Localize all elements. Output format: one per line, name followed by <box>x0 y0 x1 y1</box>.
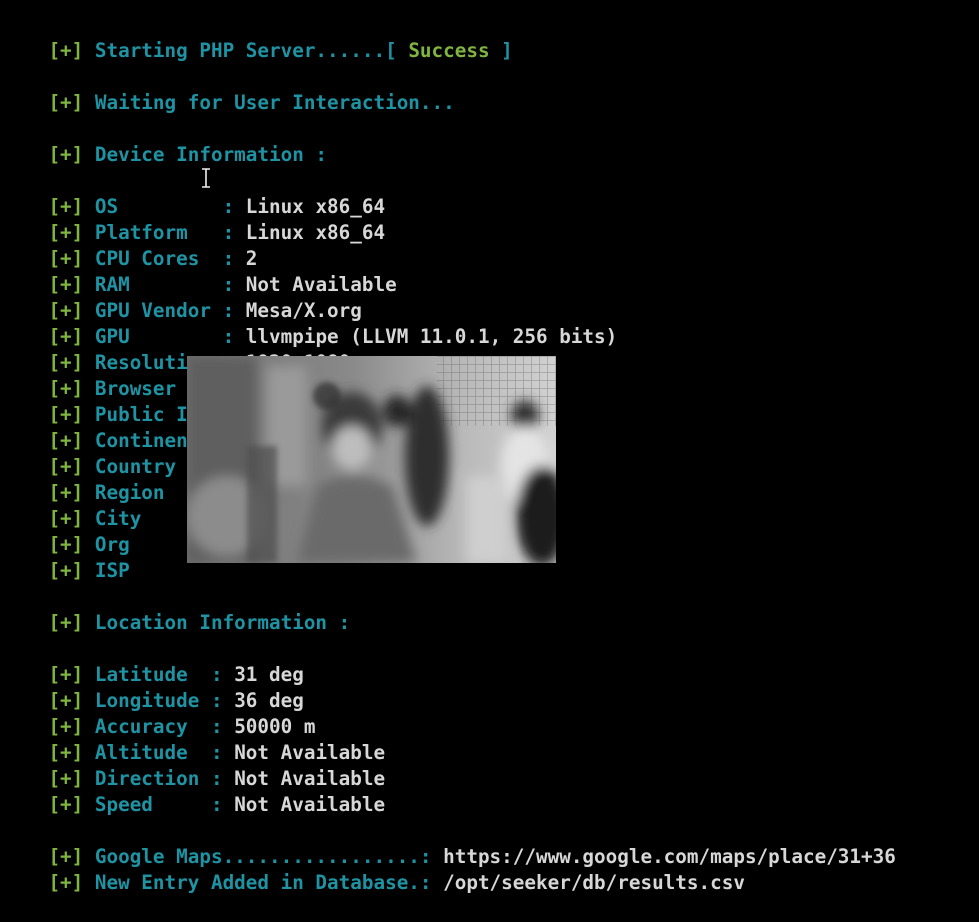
device-row-platform: [+] Platform : Linux x86_64 <box>2 194 385 244</box>
waiting-text: Waiting for User Interaction... <box>94 91 455 114</box>
line-tag: [+] <box>48 91 84 114</box>
row-value: Not Available <box>234 793 386 816</box>
google-maps-line: [+] Google Maps.................: https:… <box>2 818 895 868</box>
line-tag: [+] <box>48 871 84 894</box>
location-info-header: [+] Location Information : <box>2 584 350 634</box>
location-row-altitude: [+] Altitude : Not Available <box>2 714 385 764</box>
line-tag: [+] <box>48 143 84 166</box>
row-value: Linux x86_64 <box>245 221 386 244</box>
device-row-gpu-vendor: [+] GPU Vendor : Mesa/X.org <box>2 272 361 322</box>
line-tag: [+] <box>48 559 84 582</box>
device-row-os: [+] OS : Linux x86_64 <box>2 168 385 218</box>
terminal-window[interactable]: [+] Starting PHP Server......[ Success ]… <box>0 0 979 894</box>
location-row-accuracy: [+] Accuracy : 50000 m <box>2 688 315 738</box>
database-entry-line: [+] New Entry Added in Database.: /opt/s… <box>2 844 745 894</box>
row-separator: : <box>210 793 235 816</box>
location-row-latitude: [+] Latitude : 31 deg <box>2 636 303 686</box>
database-path: /opt/seeker/db/results.csv <box>443 871 745 894</box>
location-row-direction: [+] Direction : Not Available <box>2 740 385 790</box>
waiting-line: [+] Waiting for User Interaction... <box>2 64 454 114</box>
database-label: New Entry Added in Database.: <box>94 871 444 894</box>
device-header-text: Device Information : <box>94 143 328 166</box>
server-status-line: [+] Starting PHP Server......[ Success ] <box>2 12 512 62</box>
location-header-text: Location Information : <box>94 611 351 634</box>
device-row-resolution: [+] Resolution : 1920x1080 <box>2 324 350 374</box>
video-thumbnail-overlay <box>187 356 556 563</box>
status-success: Success <box>408 39 490 62</box>
location-row-longitude: [+] Longitude : 36 deg <box>2 662 303 712</box>
text-cursor-icon <box>202 168 210 188</box>
device-info-header: [+] Device Information : <box>2 116 327 166</box>
device-row-ram: [+] RAM : Not Available <box>2 246 396 296</box>
device-row-cpu-cores: [+] CPU Cores : 2 <box>2 220 257 270</box>
location-row-speed: [+] Speed : Not Available <box>2 766 385 816</box>
line-tag: [+] <box>48 793 84 816</box>
line-tag: [+] <box>48 39 84 62</box>
server-status-text: Starting PHP Server...... <box>94 39 386 62</box>
status-close-bracket: ] <box>489 39 513 62</box>
blurred-crowd-image <box>187 356 556 563</box>
status-open-bracket: [ <box>385 39 409 62</box>
line-tag: [+] <box>48 611 84 634</box>
device-row-gpu: [+] GPU : llvmpipe (LLVM 11.0.1, 256 bit… <box>2 298 617 348</box>
row-label: Speed <box>94 793 211 816</box>
